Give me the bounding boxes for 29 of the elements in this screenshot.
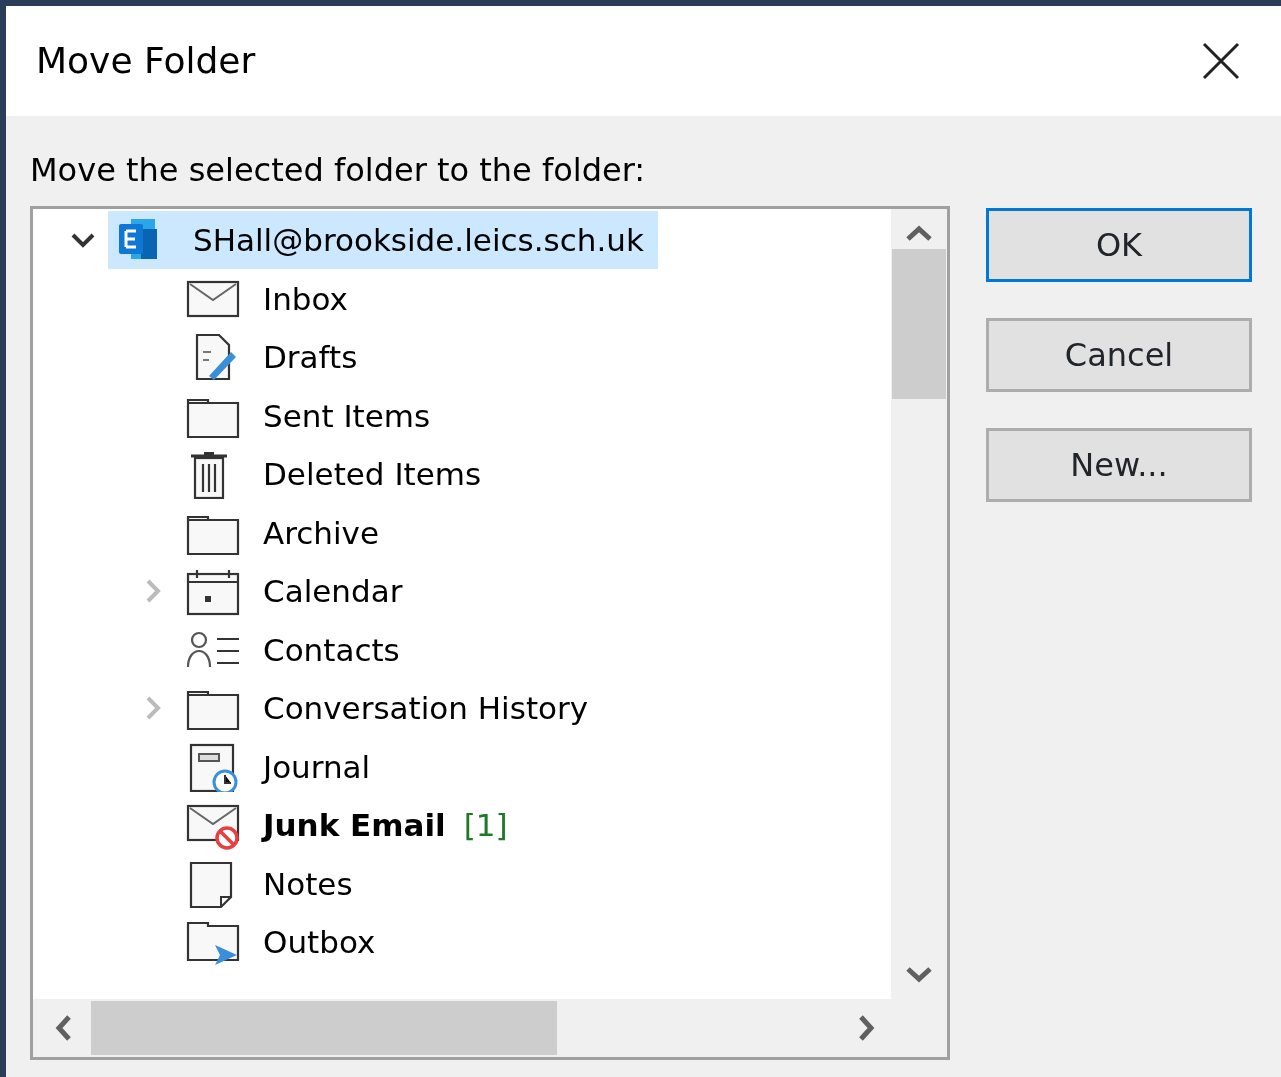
close-icon (1201, 41, 1241, 81)
tree-item[interactable]: SHall@brookside.leics.sch.uk (108, 211, 658, 270)
folder-name[interactable]: Notes (263, 860, 353, 907)
folder-name[interactable]: Sent Items (263, 392, 431, 439)
folder-name[interactable]: Inbox (263, 275, 348, 322)
scroll-up-icon[interactable] (904, 223, 934, 243)
folder-name[interactable]: Deleted Items (263, 451, 482, 498)
folder-name[interactable]: Drafts (263, 334, 358, 381)
scroll-down-icon[interactable] (904, 965, 934, 985)
scroll-left-icon[interactable] (53, 1013, 73, 1043)
scrollbar-thumb[interactable] (91, 1001, 557, 1055)
folder-name[interactable]: Outbox (263, 919, 376, 966)
folder-name[interactable]: Junk Email (263, 802, 446, 849)
prompt-text: Move the selected folder to the folder: (30, 150, 647, 191)
horizontal-scrollbar[interactable] (33, 999, 891, 1057)
window-title: Move Folder (36, 39, 256, 83)
folder-name[interactable]: SHall@brookside.leics.sch.uk (193, 217, 644, 264)
folder-name[interactable]: Calendar (263, 568, 403, 615)
vertical-scrollbar[interactable] (891, 209, 947, 999)
unread-count: [1] (463, 806, 508, 845)
folder-name[interactable]: Archive (263, 509, 379, 556)
scroll-right-icon[interactable] (857, 1013, 877, 1043)
dialog-button[interactable]: Cancel (986, 318, 1252, 392)
dialog-button[interactable]: OK (986, 208, 1252, 282)
folder-name[interactable]: Contacts (263, 626, 400, 673)
scrollbar-thumb[interactable] (892, 249, 946, 399)
folder-name[interactable]: Conversation History (263, 685, 589, 732)
dialog-button[interactable]: New... (986, 428, 1252, 502)
folder-name[interactable]: Journal (263, 743, 371, 790)
